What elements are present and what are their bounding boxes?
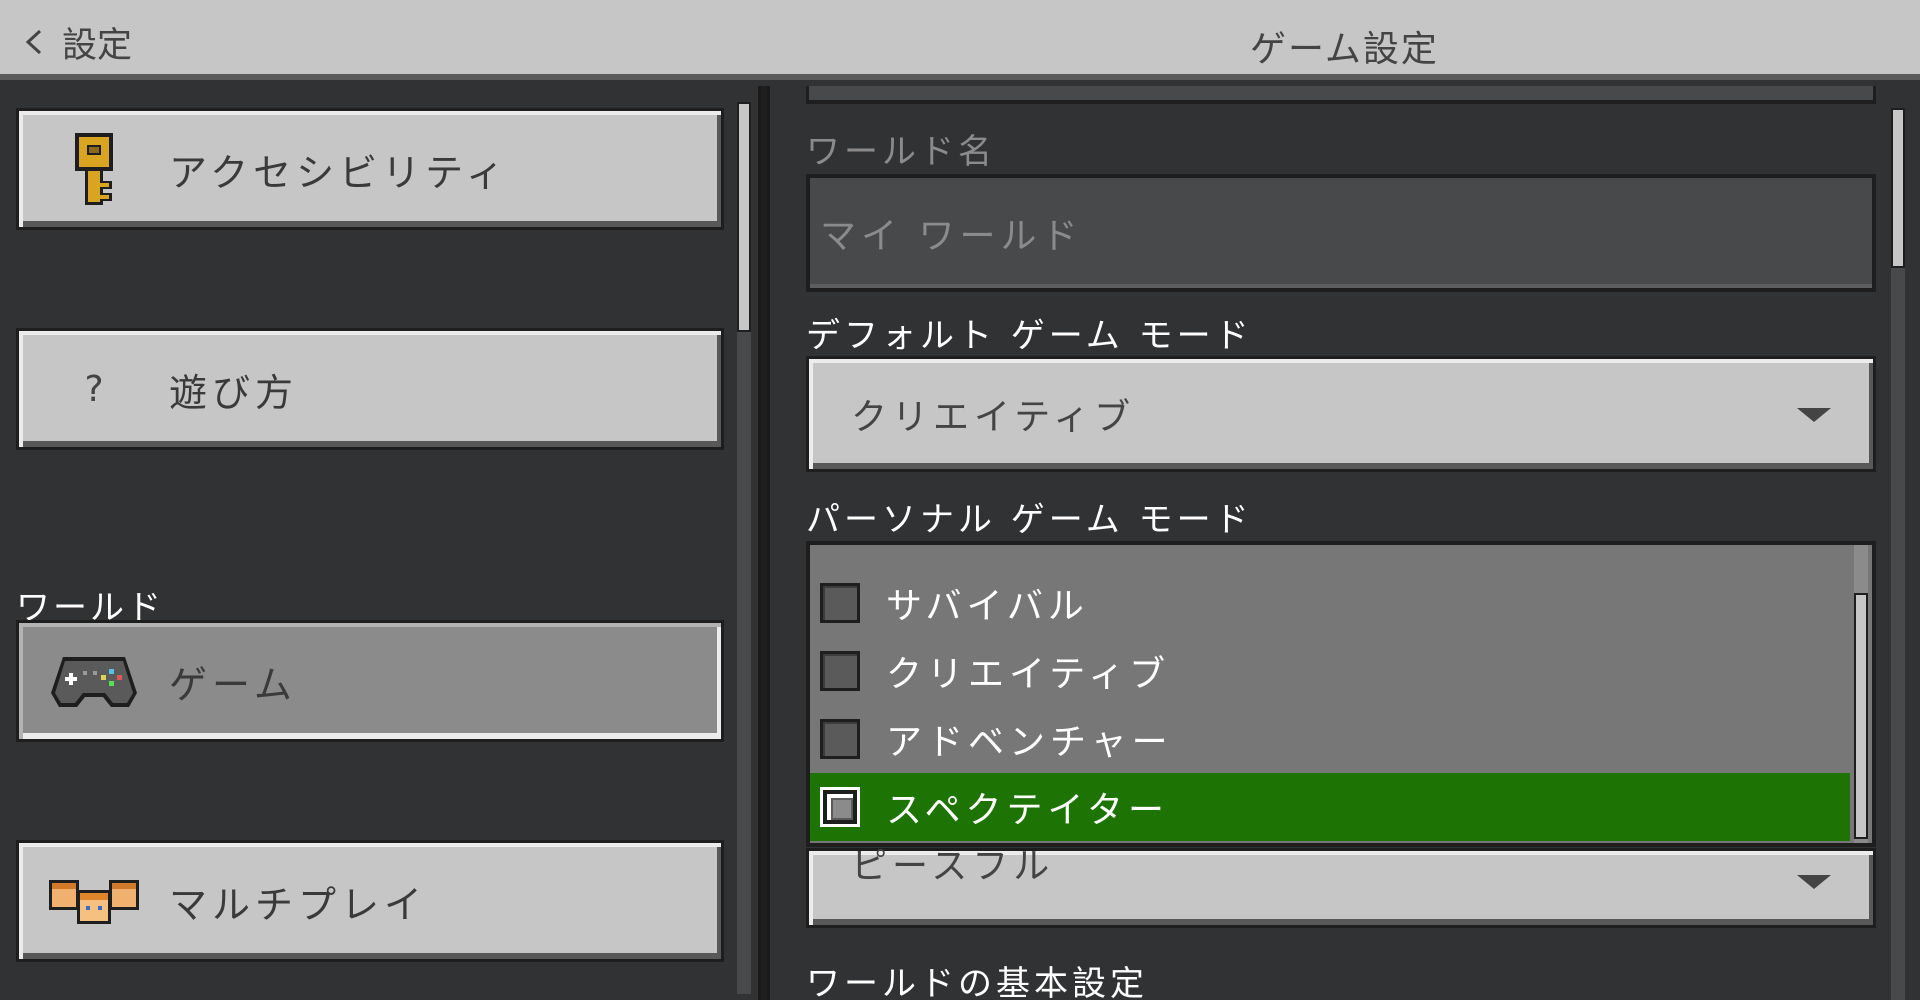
personal-game-mode-list: サバイバル クリエイティブ アドベンチャー スペクテイター <box>806 541 1876 847</box>
content-scrollbar-thumb[interactable] <box>1891 108 1905 268</box>
clipped-control <box>806 86 1876 104</box>
sidebar-item-accessibility[interactable]: アクセシビリティ <box>16 108 724 230</box>
sidebar-item-label: アクセシビリティ <box>169 150 509 195</box>
checkbox[interactable] <box>820 651 860 691</box>
sidebar-item-multiplayer[interactable]: マルチプレイ <box>16 840 724 962</box>
sidebar-item-game[interactable]: ゲーム <box>16 620 724 742</box>
sidebar-scrollbar-thumb[interactable] <box>737 102 751 332</box>
world-name-field[interactable]: マイ ワールド <box>806 174 1876 292</box>
option-label: スペクテイター <box>886 790 1170 831</box>
chevron-down-icon <box>1797 408 1831 422</box>
checkbox-checked[interactable] <box>820 787 860 827</box>
difficulty-dropdown[interactable]: ピースフル <box>806 846 1876 928</box>
sidebar-item-label: 遊び方 <box>169 370 299 415</box>
chevron-left-icon <box>25 29 42 55</box>
option-adventure[interactable]: アドベンチャー <box>810 705 1850 773</box>
sidebar-item-how-to-play[interactable]: ? 遊び方 <box>16 328 724 450</box>
top-bar: 設定 ゲーム設定 <box>0 0 1920 80</box>
option-creative[interactable]: クリエイティブ <box>810 637 1850 705</box>
back-button[interactable]: 設定 <box>22 18 132 66</box>
default-game-mode-value: クリエイティブ <box>851 397 1136 438</box>
list-scrollbar-thumb[interactable] <box>1854 593 1868 839</box>
panel-divider <box>758 86 770 1000</box>
default-game-mode-label: デフォルト ゲーム モード <box>806 316 1253 356</box>
key-icon <box>19 111 169 227</box>
option-label: アドベンチャー <box>886 722 1173 763</box>
world-name-label: ワールド名 <box>806 132 996 172</box>
option-label: サバイバル <box>886 586 1089 627</box>
default-game-mode-dropdown[interactable]: クリエイティブ <box>806 356 1876 472</box>
sidebar-item-label: ゲーム <box>169 662 297 707</box>
back-button-label: 設定 <box>62 25 133 66</box>
option-survival[interactable]: サバイバル <box>810 569 1850 637</box>
question-icon: ? <box>84 368 104 410</box>
settings-content: ワールド名 マイ ワールド デフォルト ゲーム モード クリエイティブ パーソナ… <box>770 86 1920 1000</box>
checkbox[interactable] <box>820 583 860 623</box>
checkbox[interactable] <box>820 719 860 759</box>
world-preferences-heading: ワールドの基本設定 <box>806 964 1148 1000</box>
sidebar-item-label: マルチプレイ <box>169 882 428 927</box>
page-title: ゲーム設定 <box>1250 29 1439 70</box>
option-spectator[interactable]: スペクテイター <box>810 773 1850 841</box>
world-name-placeholder: マイ ワールド <box>820 216 1083 257</box>
chevron-down-icon <box>1797 875 1831 889</box>
controller-icon <box>19 623 169 739</box>
personal-game-mode-label: パーソナル ゲーム モード <box>806 500 1253 540</box>
players-icon <box>19 843 169 959</box>
option-label: クリエイティブ <box>886 654 1171 695</box>
sidebar: アクセシビリティ ? 遊び方 ワールド ゲーム マルチプレイ <box>0 86 758 1000</box>
